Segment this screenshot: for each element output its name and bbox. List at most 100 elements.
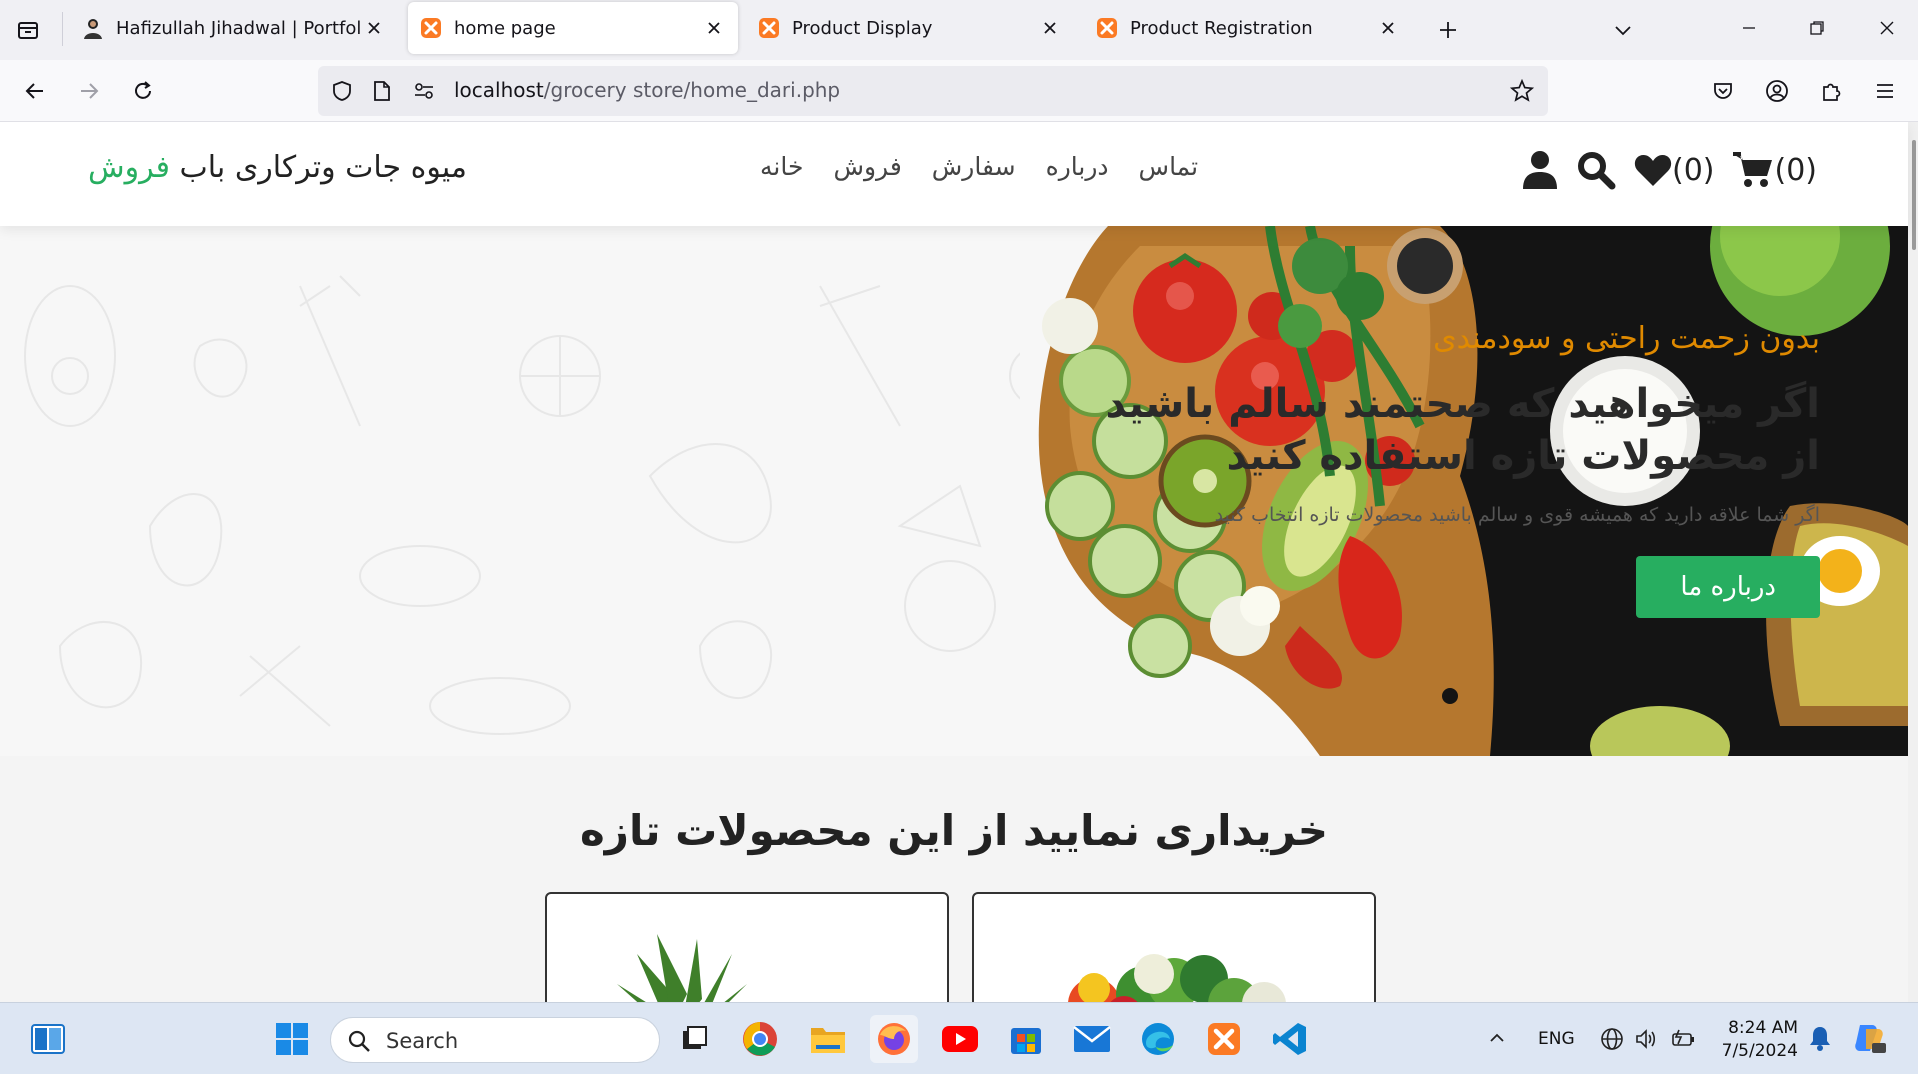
- page-icon[interactable]: [370, 79, 394, 103]
- mail-icon: [1073, 1025, 1111, 1053]
- restore-button[interactable]: [1792, 10, 1842, 46]
- youtube-taskbar-button[interactable]: [936, 1015, 984, 1063]
- edge-icon: [1140, 1021, 1176, 1057]
- product-card[interactable]: [545, 892, 949, 1002]
- close-window-button[interactable]: [1862, 10, 1912, 46]
- show-hidden-icons-button[interactable]: [1488, 1029, 1506, 1047]
- copilot-button[interactable]: [1852, 1023, 1886, 1055]
- site-logo[interactable]: میوه جات وترکاری باب فروش: [88, 150, 467, 185]
- hero-title: اگر میخواهید که صحتمند سالم باشید از محص…: [1105, 381, 1821, 479]
- reload-button[interactable]: [124, 72, 162, 110]
- site-nav: خانه فروش سفارش درباره تماس: [760, 152, 1198, 181]
- language-indicator[interactable]: ENG: [1538, 1029, 1575, 1049]
- volume-button[interactable]: [1634, 1027, 1658, 1051]
- close-icon[interactable]: [1376, 16, 1400, 40]
- minimize-icon: [1741, 20, 1757, 36]
- firefox-taskbar-button[interactable]: [870, 1015, 918, 1063]
- youtube-icon: [941, 1025, 979, 1053]
- close-icon[interactable]: [702, 16, 726, 40]
- tab-separator: [62, 12, 63, 46]
- permissions-icon[interactable]: [412, 79, 436, 103]
- user-button[interactable]: [1522, 150, 1558, 190]
- search-icon: [347, 1029, 371, 1053]
- xampp-taskbar-button[interactable]: [1200, 1015, 1248, 1063]
- taskbar-search[interactable]: Search: [330, 1017, 660, 1063]
- tab-home-page[interactable]: home page: [408, 2, 738, 54]
- shield-icon[interactable]: [330, 79, 354, 103]
- store-icon: [1009, 1022, 1043, 1056]
- pocket-button[interactable]: [1704, 72, 1742, 110]
- about-us-button[interactable]: درباره ما: [1636, 556, 1820, 618]
- vegetables-image: [1068, 954, 1286, 1002]
- new-tab-button[interactable]: [1430, 12, 1466, 48]
- tab-title: Product Display: [792, 17, 933, 39]
- product-card[interactable]: [972, 892, 1376, 1002]
- clock-time: 8:24 AM: [1728, 1018, 1798, 1038]
- url-text[interactable]: localhost/grocery store/home_dari.php: [454, 78, 840, 102]
- forward-button[interactable]: [70, 72, 108, 110]
- minimize-button[interactable]: [1724, 10, 1774, 46]
- nav-about[interactable]: درباره: [1046, 152, 1109, 181]
- tab-product-registration[interactable]: Product Registration: [1084, 2, 1412, 54]
- account-button[interactable]: [1758, 72, 1796, 110]
- products-section: خریداری نمایید از این محصولات تازه: [0, 756, 1908, 1002]
- xampp-icon: [420, 17, 442, 39]
- web-page: میوه جات وترکاری باب فروش خانه فروش سفار…: [0, 122, 1918, 1002]
- nav-order[interactable]: سفارش: [932, 152, 1016, 181]
- reload-icon: [132, 80, 154, 102]
- battery-button[interactable]: [1670, 1027, 1696, 1051]
- mail-taskbar-button[interactable]: [1068, 1015, 1116, 1063]
- hero-description: اگر شما علاقه دارید که همیشه قوی و سالم …: [1214, 504, 1820, 526]
- widgets-button[interactable]: [24, 1015, 72, 1063]
- store-taskbar-button[interactable]: [1002, 1015, 1050, 1063]
- vscode-taskbar-button[interactable]: [1266, 1015, 1314, 1063]
- chevron-down-icon: [1613, 20, 1633, 40]
- file-explorer-button[interactable]: [804, 1015, 852, 1063]
- bell-icon: [1808, 1025, 1832, 1051]
- start-button[interactable]: [268, 1015, 316, 1063]
- tab-portfolio[interactable]: Hafizullah Jihadwal | Portfolio: [70, 2, 398, 54]
- chrome-taskbar-button[interactable]: [736, 1015, 784, 1063]
- network-button[interactable]: [1600, 1027, 1624, 1051]
- system-clock[interactable]: 8:24 AM 7/5/2024: [1712, 1017, 1798, 1063]
- task-view-button[interactable]: [670, 1015, 718, 1063]
- close-icon[interactable]: [1038, 16, 1062, 40]
- url-bar[interactable]: localhost/grocery store/home_dari.php: [318, 66, 1548, 116]
- xampp-icon: [1207, 1022, 1241, 1056]
- bookmark-star-icon[interactable]: [1510, 79, 1534, 103]
- speaker-icon: [1634, 1027, 1658, 1051]
- puzzle-icon: [1820, 80, 1842, 102]
- tab-title: Hafizullah Jihadwal | Portfolio: [116, 17, 362, 39]
- plus-icon: [1438, 20, 1458, 40]
- notifications-button[interactable]: [1808, 1025, 1832, 1051]
- scrollbar-thumb[interactable]: [1912, 140, 1916, 250]
- task-view-icon: [680, 1025, 708, 1053]
- xampp-icon: [1096, 17, 1118, 39]
- list-all-tabs-button[interactable]: [1605, 12, 1641, 48]
- chevron-up-icon: [1488, 1029, 1506, 1047]
- pineapple-image: [617, 934, 747, 1002]
- wishlist-link[interactable]: (0): [1634, 153, 1715, 188]
- logo-text: میوه جات وترکاری باب: [170, 150, 467, 185]
- search-button[interactable]: [1576, 150, 1616, 190]
- nav-home[interactable]: خانه: [760, 152, 803, 181]
- url-host: localhost: [454, 78, 544, 102]
- nav-contact[interactable]: تماس: [1139, 152, 1199, 181]
- tab-product-display[interactable]: Product Display: [746, 2, 1074, 54]
- account-icon: [1765, 79, 1789, 103]
- hero-content: بدون زحمت راحتی و سودمندی اگر میخواهید ک…: [1060, 321, 1820, 618]
- cart-link[interactable]: (0): [1732, 151, 1817, 189]
- edge-taskbar-button[interactable]: [1134, 1015, 1182, 1063]
- nav-shop[interactable]: فروش: [833, 152, 901, 181]
- arrow-right-icon: [78, 80, 100, 102]
- xampp-icon: [758, 17, 780, 39]
- extensions-button[interactable]: [1812, 72, 1850, 110]
- tab-title: home page: [454, 17, 556, 39]
- page-scrollbar[interactable]: [1908, 122, 1918, 1002]
- menu-button[interactable]: [1866, 72, 1904, 110]
- firefox-view-button[interactable]: [10, 12, 46, 48]
- globe-icon: [1600, 1027, 1624, 1051]
- url-path: /grocery store/home_dari.php: [543, 78, 841, 102]
- close-icon[interactable]: [362, 16, 386, 40]
- back-button[interactable]: [16, 72, 54, 110]
